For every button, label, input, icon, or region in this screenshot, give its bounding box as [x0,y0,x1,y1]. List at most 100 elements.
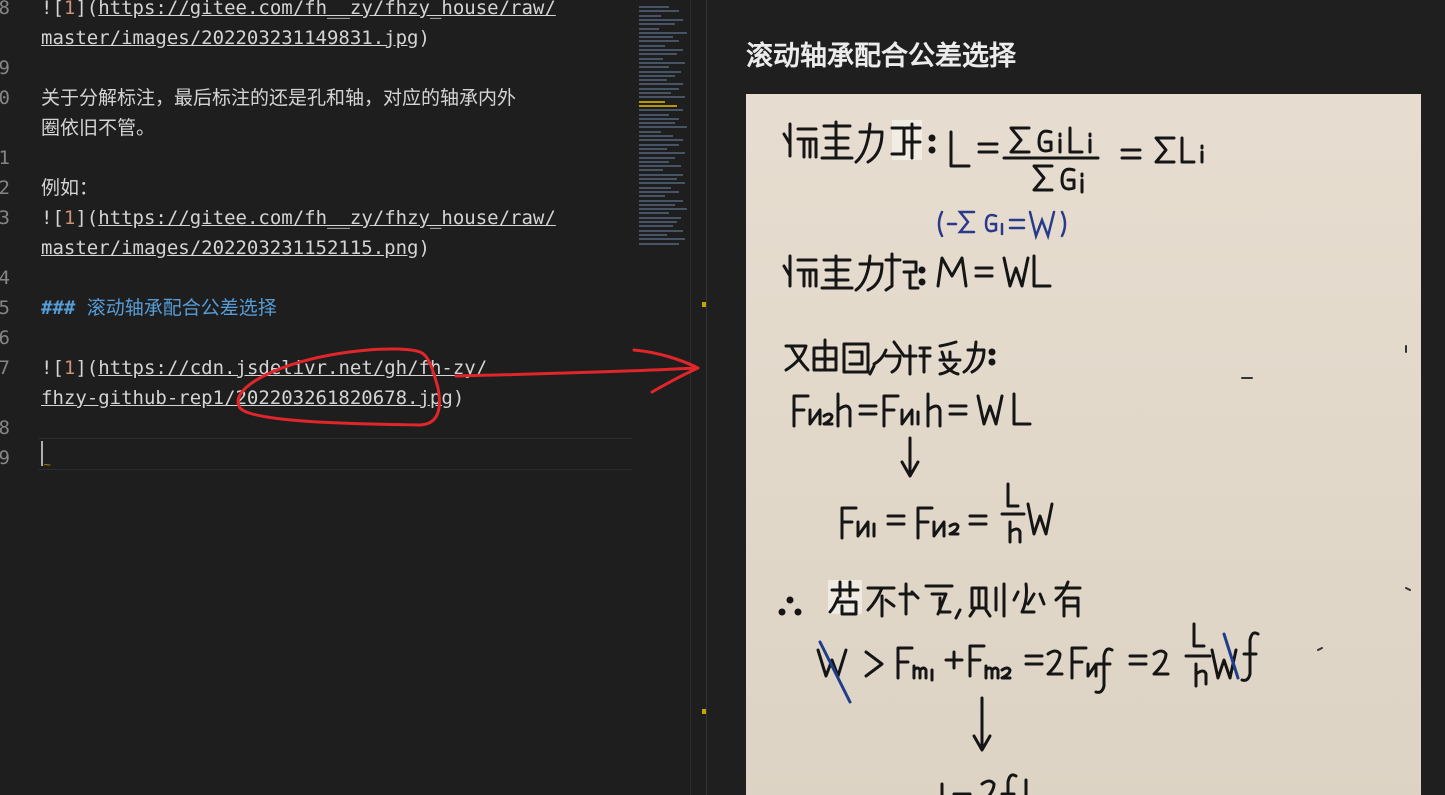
link-url[interactable]: https://gitee.com/fh__zy/fhzy_house/raw/ [98,0,556,19]
text-token: 1 [63,207,76,229]
text-token: ) [418,237,430,259]
minimap-line [639,165,681,168]
minimap-line [639,242,679,245]
minimap-line [639,104,677,107]
editor-line[interactable]: 圈依旧不管。 [0,113,636,143]
editor-line[interactable]: 8 ![1](https://gitee.com/fh__zy/fhzy_hous… [0,0,636,23]
text-token: 关于分解标注，最后标注的还是孔和轴，对应的轴承内外 [41,87,517,109]
text-token: ) [452,387,465,409]
spell-warning-squiggle: ~ [43,460,52,471]
minimap-line [639,173,683,176]
link-url[interactable]: master/images/202203231152115.png [41,237,419,259]
link-url[interactable]: master/images/202203231149831.jpg [41,27,419,49]
text-token: 1 [63,0,76,19]
text-token: 圈依旧不管。 [41,117,156,139]
minimap-line [639,156,675,159]
markdown-preview[interactable]: 滚动轴承配合公差选择 [707,0,1445,795]
minimap-line [639,6,669,8]
minimap-line [639,23,675,26]
minimap-line [639,203,675,206]
editor-line[interactable]: 6 [0,323,636,353]
text-token: ![ [41,207,64,229]
line-content[interactable]: ### 滚动轴承配合公差选择 [41,293,277,323]
minimap-line [639,225,673,228]
minimap-line [639,126,687,129]
line-number: 2 [0,177,10,199]
line-content[interactable]: fhzy-github-rep1/202203261820678.jpg) [41,383,464,413]
editor-line[interactable]: 7 ![1](https://cdn.jsdelivr.net/gh/fh-zy/ [0,353,636,383]
minimap-line [639,70,681,73]
link-url[interactable]: https://cdn.jsdelivr.net/gh/fh-zy/ [98,357,487,379]
minimap-line [639,53,677,56]
minimap-line [639,113,669,116]
line-content[interactable]: master/images/202203231149831.jpg) [41,23,430,53]
editor-line[interactable]: 2 例如： [0,173,636,203]
editor-line[interactable]: 0 关于分解标注，最后标注的还是孔和轴，对应的轴承内外 [0,83,636,113]
minimap-line [639,208,687,211]
text-token: ]( [75,207,99,229]
editor-line[interactable]: 9 [0,53,636,83]
line-number: 9 [0,57,10,79]
editor-line[interactable]: 4 [0,263,636,293]
minimap-line [639,96,685,99]
text-token: ) [418,27,430,49]
minimap-line [639,92,671,94]
text-token: ]( [75,0,99,19]
editor-line[interactable]: master/images/202203231152115.png) [0,233,636,263]
link-url[interactable]: https://gitee.com/fh__zy/fhzy_house/raw/ [98,207,556,229]
minimap-line [639,152,685,155]
line-number: 1 [0,147,10,169]
minimap-line [639,44,665,47]
minimap-line [639,199,683,202]
minimap-line [639,31,687,34]
line-content[interactable]: 圈依旧不管。 [41,113,155,143]
line-content[interactable]: ![1](https://gitee.com/fh__zy/fhzy_house… [41,203,556,233]
text-token: ![ [41,0,64,19]
text-token: 例如： [41,177,99,199]
minimap-line [639,212,669,215]
text-token: 1 [63,357,76,379]
line-content[interactable]: master/images/202203231152115.png) [41,233,430,263]
markdown-editor[interactable]: 8 ![1](https://gitee.com/fh__zy/fhzy_hous… [0,0,636,795]
minimap-line [639,27,659,30]
editor-scrollbar[interactable] [690,0,707,795]
line-number: 0 [0,87,10,109]
minimap-line [639,182,685,185]
minimap-line [639,14,661,17]
minimap-line [639,190,679,193]
minimap-line [639,117,679,120]
minimap-line [639,66,669,69]
editor-line[interactable]: master/images/202203231149831.jpg) [0,23,636,53]
link-url[interactable]: fhzy-github-rep1/202203261820678.jpg [41,387,453,409]
minimap-line [639,143,679,146]
minimap-line [639,229,683,232]
handwritten-notes-image [746,94,1421,795]
minimap-line [639,221,677,223]
minimap-line [639,169,663,172]
line-number: 6 [0,327,10,349]
line-content[interactable]: 关于分解标注，最后标注的还是孔和轴，对应的轴承内外 [41,83,516,113]
editor-line[interactable]: 5 ### 滚动轴承配合公差选择 [0,293,636,323]
text-token: ]( [75,357,99,379]
minimap-line [639,233,667,236]
line-content[interactable]: ![1](https://cdn.jsdelivr.net/gh/fh-zy/ [41,353,487,383]
editor-line[interactable]: 3 ![1](https://gitee.com/fh__zy/fhzy_hous… [0,203,636,233]
minimap-line [639,238,685,241]
minimap-line [639,10,679,13]
editor-line[interactable]: fhzy-github-rep1/202203261820678.jpg) [0,383,636,413]
preview-heading: 滚动轴承配合公差选择 [746,41,1016,72]
minimap-line [639,36,673,39]
minimap-line [639,186,671,189]
editor-minimap[interactable] [636,0,690,250]
minimap-line [639,160,669,163]
minimap-line [639,87,679,90]
minimap-line [639,122,675,125]
minimap-line [639,49,683,51]
line-content[interactable]: ![1](https://gitee.com/fh__zy/fhzy_house… [41,0,556,23]
line-content[interactable]: 例如： [41,173,98,203]
minimap-line [639,109,683,112]
current-line-highlight [38,438,632,470]
minimap-line [639,178,677,180]
editor-line[interactable]: 1 [0,143,636,173]
minimap-line [639,195,665,198]
